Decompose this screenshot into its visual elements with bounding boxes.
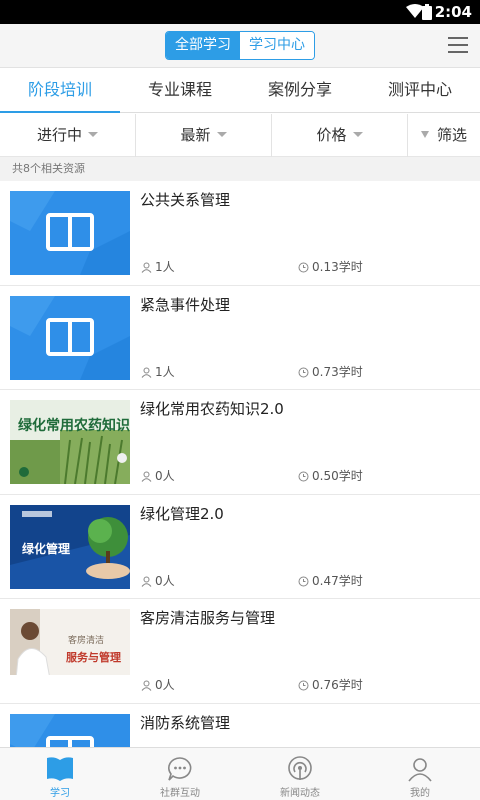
thumbnail-caption: 绿化常用农药知识: [18, 417, 130, 434]
thumbnail-caption: 服务与管理: [66, 650, 121, 664]
nav-mine-label: 我的: [410, 788, 430, 799]
course-item[interactable]: 绿化常用农药知识 绿化常用农药知识2.0 0人 0.50学时: [0, 390, 480, 495]
result-count: 共8个相关资源: [0, 157, 480, 181]
thumbnail-caption: 绿化管理: [22, 541, 70, 556]
course-thumbnail: 绿化管理: [10, 504, 130, 589]
nav-community[interactable]: 社群互动: [120, 748, 240, 800]
menu-icon[interactable]: [448, 37, 468, 55]
nav-news-label: 新闻动态: [280, 788, 320, 799]
chat-bubble-icon: [168, 757, 192, 781]
price-filter[interactable]: 价格: [272, 114, 408, 157]
person-icon: [141, 680, 152, 691]
filter-funnel-icon: [420, 130, 429, 138]
course-item[interactable]: 紧急事件处理 1人 0.73学时: [0, 286, 480, 390]
enrolled-count: 1人: [141, 258, 175, 275]
segment-all-learning[interactable]: 全部学习: [166, 32, 240, 59]
price-filter-label: 价格: [316, 126, 347, 144]
course-title: 客房清洁服务与管理: [140, 609, 276, 627]
course-title: 绿化管理2.0: [140, 504, 224, 523]
course-thumbnail: [10, 295, 130, 380]
battery-icon: [422, 4, 432, 20]
course-hours: 0.47学时: [298, 572, 363, 589]
learning-segment-control: 全部学习 学习中心: [165, 31, 315, 60]
sort-filter[interactable]: 最新: [136, 114, 272, 157]
enrolled-count: 0人: [141, 572, 175, 589]
tab-assessment-center[interactable]: 测评中心: [360, 68, 480, 112]
course-title: 绿化常用农药知识2.0: [140, 400, 284, 418]
clock-icon: [298, 576, 309, 586]
course-hours-label: 0.76学时: [312, 678, 363, 692]
dropdown-arrow-icon: [216, 131, 227, 137]
enrolled-count-label: 0人: [155, 469, 175, 483]
category-tabs: 阶段培训 专业课程 案例分享 测评中心: [0, 68, 480, 113]
enrolled-count: 0人: [141, 467, 175, 484]
broadcast-icon: [288, 756, 312, 780]
person-icon: [141, 262, 152, 273]
course-hours-label: 0.50学时: [312, 469, 363, 483]
enrolled-count-label: 1人: [155, 260, 175, 274]
status-bar: 2:04: [0, 0, 480, 24]
course-hours-label: 0.13学时: [312, 260, 363, 274]
status-filter-label: 进行中: [36, 126, 82, 144]
nav-news[interactable]: 新闻动态: [240, 748, 360, 800]
tab-professional-courses[interactable]: 专业课程: [120, 68, 240, 112]
person-icon: [141, 576, 152, 587]
nav-study[interactable]: 学习: [0, 748, 120, 800]
enrolled-count-label: 0人: [155, 573, 175, 588]
tab-stage-training[interactable]: 阶段培训: [0, 68, 120, 113]
sort-filter-label: 最新: [180, 126, 211, 144]
bottom-nav: 学习 社群互动 新闻动态 我的: [0, 747, 480, 800]
person-icon: [141, 367, 152, 378]
course-hours-label: 0.47学时: [312, 573, 363, 588]
course-thumbnail: [10, 191, 130, 275]
thumbnail-caption: 客房清洁: [68, 634, 104, 646]
screen-filter-label: 筛选: [436, 126, 467, 144]
course-hours: 0.76学时: [298, 676, 363, 693]
segment-learning-center[interactable]: 学习中心: [240, 32, 314, 59]
course-thumbnail: [10, 713, 130, 747]
screen-filter[interactable]: 筛选: [408, 114, 480, 157]
course-title: 消防系统管理: [140, 713, 231, 732]
course-item[interactable]: 公共关系管理 1人 0.13学时: [0, 181, 480, 286]
course-hours-label: 0.73学时: [312, 364, 363, 379]
course-title: 公共关系管理: [140, 191, 231, 209]
nav-mine[interactable]: 我的: [360, 748, 480, 800]
course-hours: 0.50学时: [298, 467, 363, 484]
course-title: 紧急事件处理: [140, 295, 231, 314]
tab-case-sharing[interactable]: 案例分享: [240, 68, 360, 112]
enrolled-count-label: 1人: [155, 364, 175, 379]
top-bar: 全部学习 学习中心: [0, 24, 480, 68]
dropdown-arrow-icon: [352, 131, 363, 137]
clock-icon: [298, 680, 309, 691]
course-item[interactable]: 绿化管理 绿化管理2.0 0人 0.47学时: [0, 495, 480, 599]
status-filter[interactable]: 进行中: [0, 114, 136, 157]
clock: 2:04: [434, 3, 472, 21]
course-thumbnail: 绿化常用农药知识: [10, 400, 130, 484]
book-icon: [47, 757, 73, 781]
clock-icon: [298, 367, 309, 377]
nav-community-label: 社群互动: [160, 788, 200, 799]
course-thumbnail: 客房清洁 服务与管理: [10, 609, 130, 693]
course-list[interactable]: 公共关系管理 1人 0.13学时 紧急事件处理 1人 0.73学时 绿化常用农药…: [0, 181, 480, 747]
person-icon: [141, 471, 152, 482]
enrolled-count: 0人: [141, 676, 175, 693]
filter-bar: 进行中 最新 价格 筛选: [0, 114, 480, 157]
enrolled-count-label: 0人: [155, 678, 175, 692]
dropdown-arrow-icon: [88, 131, 98, 137]
course-item[interactable]: 消防系统管理: [0, 704, 480, 747]
clock-icon: [298, 262, 309, 273]
course-hours: 0.73学时: [298, 363, 363, 380]
clock-icon: [298, 471, 309, 482]
nav-study-label: 学习: [50, 788, 70, 799]
enrolled-count: 1人: [141, 363, 175, 380]
course-hours: 0.13学时: [298, 258, 363, 275]
person-icon: [408, 758, 432, 782]
course-item[interactable]: 客房清洁 服务与管理 客房清洁服务与管理 0人 0.76学时: [0, 599, 480, 704]
